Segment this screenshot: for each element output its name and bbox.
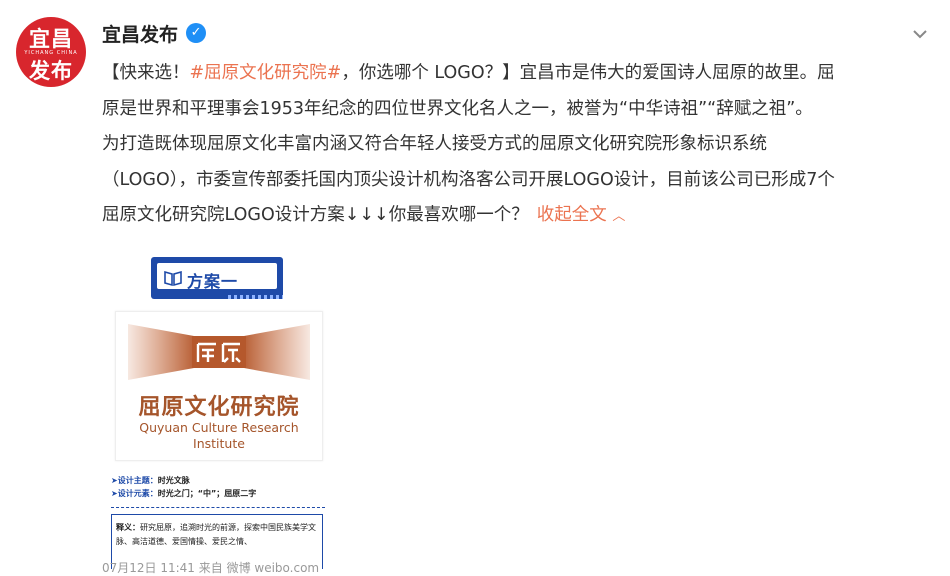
hashtag-link[interactable]: #屈原文化研究院# (190, 63, 342, 83)
avatar-text-top: 宜昌 (29, 27, 73, 51)
plan-label: 方案一 (187, 272, 239, 291)
post-meta: 07月12日 11:41 来自 微博 weibo.com (102, 561, 320, 575)
avatar-subtext: YICHANG CHINA (24, 50, 78, 56)
post-line: 原是世界和平理事会1953年纪念的四位世界文化名人之一，被誉为“中华诗祖”“辞赋… (102, 98, 813, 119)
chevron-down-icon[interactable] (908, 22, 932, 46)
post-line: （LOGO），市委宣传部委托国内顶尖设计机构洛客公司开展LOGO设计，目前该公司… (102, 169, 835, 190)
post-line: 屈原文化研究院LOGO设计方案↓↓↓你最喜欢哪一个？ 收起全文 ︿ (102, 205, 626, 225)
post-text: 【快来选！#屈原文化研究院#，你选哪个 LOGO？】宜昌市是伟大的爱国诗人屈原的… (102, 56, 937, 235)
design-spec: ➤设计主题：时光文脉 ➤设计元素：时光之门；“中”；屈原二字 (111, 476, 257, 498)
chevron-up-icon: ︿ (612, 209, 626, 224)
logo-name-en: Quyuan Culture Research Institute (139, 420, 299, 451)
post-line: 为打造既体现屈原文化丰富内涵又符合年轻人接受方式的屈原文化研究院形象标识系统 (102, 134, 767, 154)
author-name[interactable]: 宜昌发布 (102, 20, 178, 47)
logo-name-cn: 屈原文化研究院 (138, 395, 300, 420)
collapse-button[interactable]: 收起全文 ︿ (537, 205, 626, 225)
avatar[interactable]: 宜昌 YICHANG CHINA 发布 (16, 17, 86, 87)
verified-check-icon: ✓ (186, 23, 207, 43)
book-icon (164, 270, 182, 287)
avatar-text-bottom: 发布 (29, 59, 73, 83)
divider (111, 507, 325, 508)
plan-badge: 方案一 (151, 257, 283, 299)
post-line: 【快来选！#屈原文化研究院#，你选哪个 LOGO？】宜昌市是伟大的爱国诗人屈原的… (102, 63, 835, 83)
author-row: 宜昌发布 ✓ (102, 20, 207, 47)
time-gate-logo-mark (128, 324, 310, 380)
logo-card: 屈原文化研究院 Quyuan Culture Research Institut… (115, 311, 323, 461)
post-image[interactable]: 方案一 屈原文化研究院 Quyuan Culture Research Inst… (102, 238, 337, 569)
